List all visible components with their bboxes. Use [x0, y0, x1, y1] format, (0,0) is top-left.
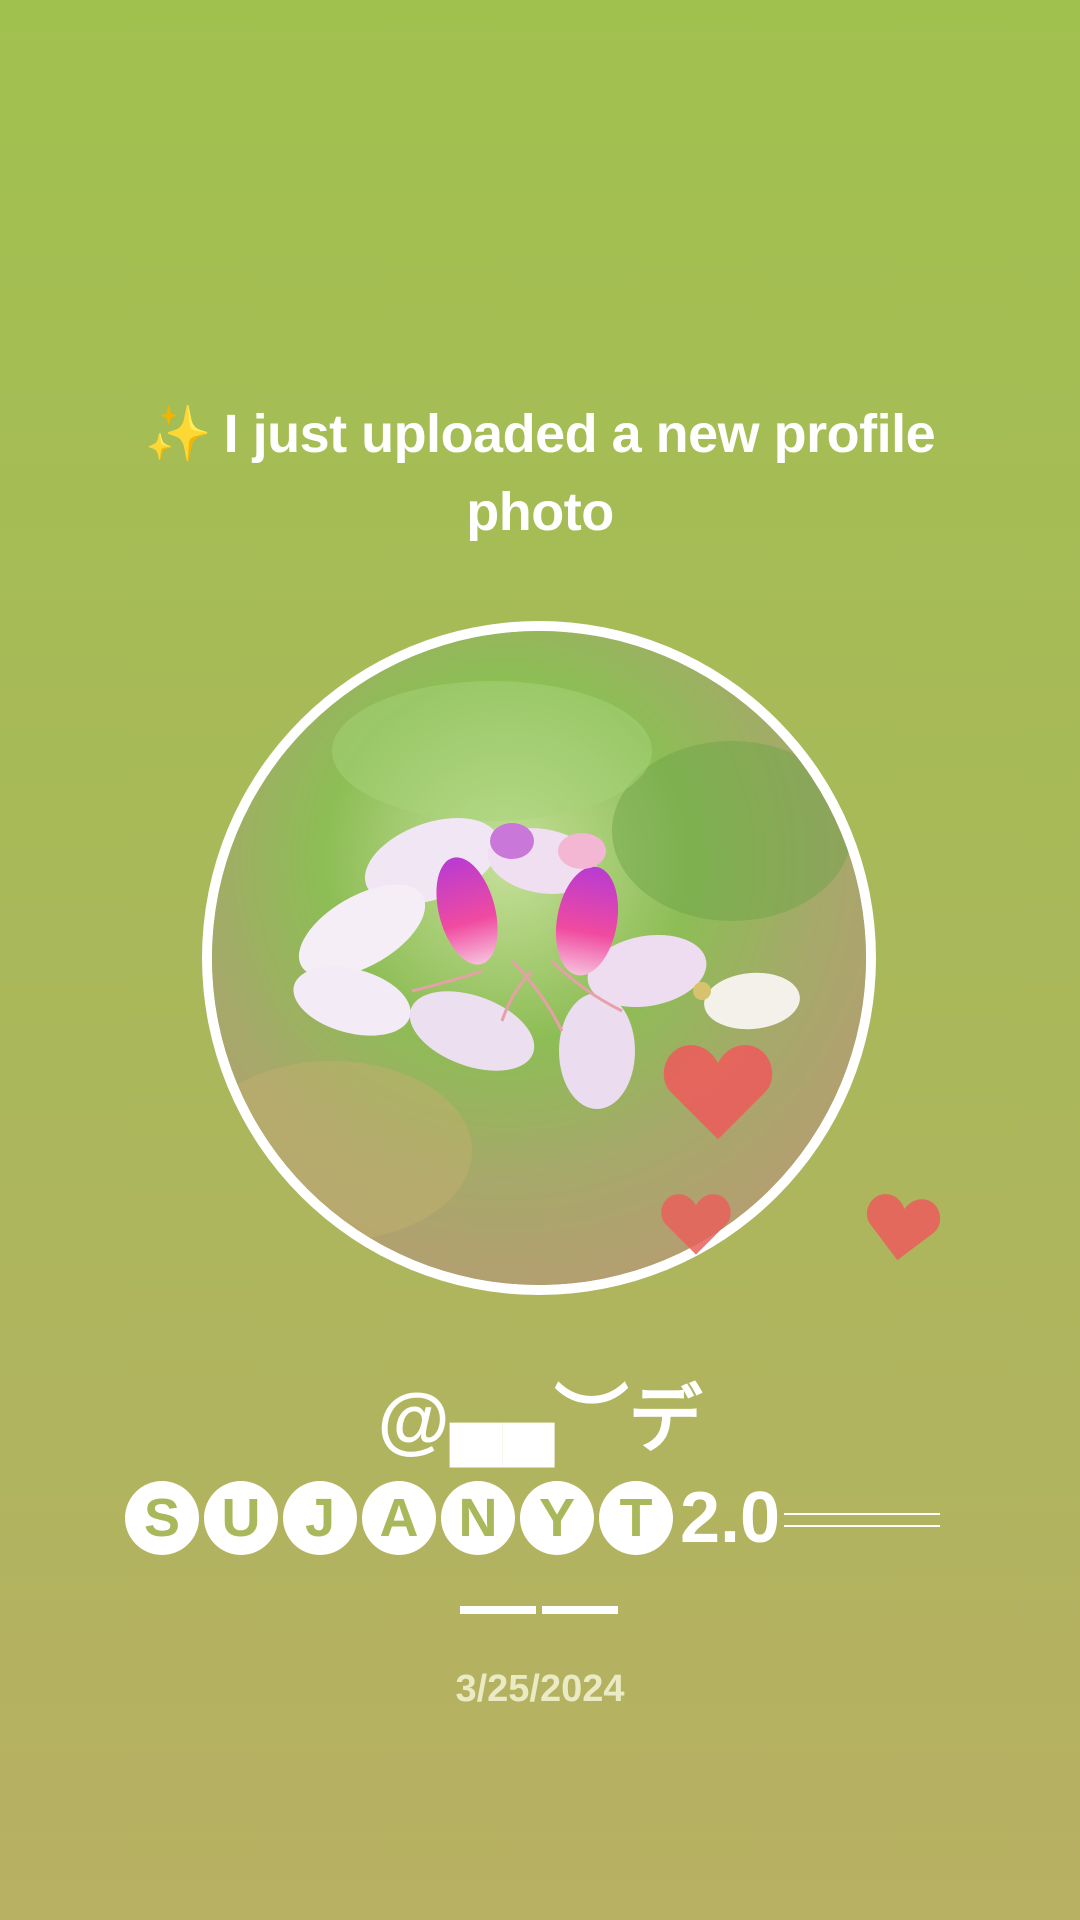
username-letter: J: [283, 1481, 357, 1555]
username-letter: U: [204, 1481, 278, 1555]
heart-icon: [661, 1194, 731, 1255]
headline-text: I just uploaded a new profile photo: [223, 404, 936, 542]
username-underline-decoration: [460, 1606, 618, 1614]
flower-image: [212, 631, 866, 1285]
username-line-1: @▄▄︶デ: [377, 1378, 703, 1461]
username-line-2: S U J A N Y T 2.0: [125, 1478, 941, 1558]
profile-photo-frame[interactable]: [202, 621, 876, 1295]
sparkles-icon: ✨: [144, 404, 212, 464]
username-letter: Y: [520, 1481, 594, 1555]
username-letter: A: [362, 1481, 436, 1555]
underline-segment: [542, 1606, 618, 1614]
story-headline: ✨ I just uploaded a new profile photo: [140, 395, 940, 551]
decorative-double-line: [784, 1513, 941, 1527]
heart-icon: [663, 1045, 773, 1140]
username-letter: S: [125, 1481, 199, 1555]
username-letter: N: [441, 1481, 515, 1555]
underline-segment: [460, 1606, 536, 1614]
username-suffix: 2.0: [680, 1478, 781, 1558]
post-date: 3/25/2024: [455, 1668, 625, 1710]
profile-photo[interactable]: [212, 631, 866, 1285]
username-letter: T: [599, 1481, 673, 1555]
heart-icon: [866, 1194, 940, 1261]
